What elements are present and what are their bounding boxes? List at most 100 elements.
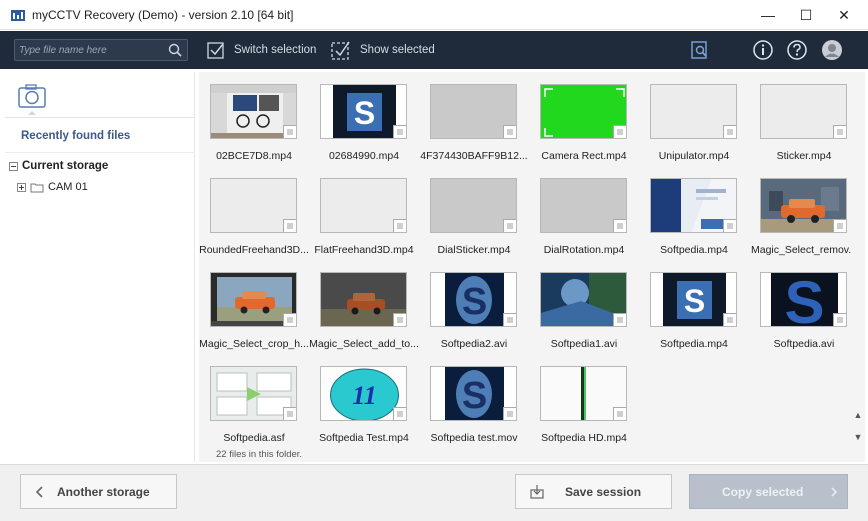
file-tile[interactable]: Softpedia1.avi [529, 260, 639, 354]
file-thumbnail[interactable] [540, 84, 627, 139]
show-selected-button[interactable]: Show selected [330, 39, 435, 61]
collapse-icon[interactable] [9, 161, 18, 171]
file-thumbnail[interactable]: 11 [320, 366, 407, 421]
file-thumbnail[interactable] [760, 84, 847, 139]
maximize-icon: ☐ [799, 6, 813, 23]
recently-found-files-link[interactable]: Recently found files [21, 130, 130, 142]
file-select-checkbox[interactable] [393, 313, 406, 326]
file-tile[interactable]: S Softpedia.avi [749, 260, 859, 354]
footer: Another storage Save session Copy select… [0, 464, 868, 521]
file-select-checkbox[interactable] [723, 125, 736, 138]
file-tile[interactable]: Softpedia.mp4 [639, 166, 749, 260]
file-tile[interactable]: S Softpedia.mp4 [639, 260, 749, 354]
file-name: Softpedia HD.mp4 [541, 432, 627, 444]
another-storage-button[interactable]: Another storage [20, 474, 177, 509]
scan-button[interactable] [688, 38, 712, 62]
file-select-checkbox[interactable] [503, 407, 516, 420]
file-thumbnail[interactable] [650, 84, 737, 139]
file-tile[interactable]: RoundedFreehand3D... [199, 166, 309, 260]
file-select-checkbox[interactable] [833, 219, 846, 232]
maximize-button[interactable]: ☐ [788, 0, 824, 30]
file-tile[interactable]: Unipulator.mp4 [639, 72, 749, 166]
file-tile[interactable]: Sticker.mp4 [749, 72, 859, 166]
help-button[interactable] [785, 38, 809, 62]
file-select-checkbox[interactable] [833, 313, 846, 326]
svg-text:S: S [354, 95, 375, 131]
file-tile[interactable]: S Softpedia2.avi [419, 260, 529, 354]
file-thumbnail[interactable] [210, 366, 297, 421]
file-thumbnail[interactable] [210, 178, 297, 233]
file-tile[interactable]: 4F374430BAFF9B12... [419, 72, 529, 166]
file-thumbnail[interactable] [210, 272, 297, 327]
file-thumbnail[interactable]: S [430, 366, 517, 421]
file-name: 02BCE7D8.mp4 [216, 150, 292, 162]
file-tile[interactable]: FlatFreehand3D.mp4 [309, 166, 419, 260]
file-tile[interactable]: Camera Rect.mp4 [529, 72, 639, 166]
tree-item-cam-01[interactable]: CAM 01 [17, 181, 88, 193]
camera-tab[interactable] [15, 80, 49, 116]
file-tile[interactable]: Magic_Select_remov... [749, 166, 859, 260]
file-thumbnail[interactable] [320, 272, 407, 327]
file-thumbnail[interactable] [540, 272, 627, 327]
file-thumbnail[interactable]: S [320, 84, 407, 139]
search-input[interactable] [19, 42, 159, 58]
file-select-checkbox[interactable] [613, 125, 626, 138]
file-name: Softpedia.mp4 [660, 244, 728, 256]
file-tile[interactable]: DialSticker.mp4 [419, 166, 529, 260]
vertical-scrollbar[interactable]: ▲ ▼ [851, 72, 865, 448]
file-thumbnail[interactable] [650, 178, 737, 233]
file-select-checkbox[interactable] [393, 407, 406, 420]
tree-item-label: CAM 01 [48, 181, 88, 193]
file-thumbnail[interactable] [760, 178, 847, 233]
file-select-checkbox[interactable] [503, 219, 516, 232]
folder-icon [30, 183, 44, 192]
file-select-checkbox[interactable] [503, 313, 516, 326]
scroll-up-icon[interactable]: ▲ [853, 410, 863, 420]
file-thumbnail[interactable] [540, 366, 627, 421]
file-thumbnail[interactable]: S [650, 272, 737, 327]
file-thumbnail[interactable] [320, 178, 407, 233]
file-tile[interactable]: Magic_Select_add_to... [309, 260, 419, 354]
minimize-button[interactable]: — [750, 0, 786, 30]
file-select-checkbox[interactable] [283, 313, 296, 326]
file-select-checkbox[interactable] [613, 219, 626, 232]
current-storage-node[interactable]: Current storage [9, 160, 108, 172]
file-thumbnail[interactable] [430, 178, 517, 233]
file-select-checkbox[interactable] [393, 125, 406, 138]
file-select-checkbox[interactable] [283, 219, 296, 232]
save-session-button[interactable]: Save session [515, 474, 672, 509]
file-tile[interactable]: Magic_Select_crop_h... [199, 260, 309, 354]
file-select-checkbox[interactable] [613, 407, 626, 420]
expand-icon[interactable] [17, 182, 26, 192]
account-button[interactable] [820, 38, 844, 62]
file-select-checkbox[interactable] [613, 313, 626, 326]
file-thumbnail[interactable] [540, 178, 627, 233]
info-button[interactable] [751, 38, 775, 62]
search-icon[interactable] [167, 42, 183, 58]
file-select-checkbox[interactable] [283, 407, 296, 420]
file-tile[interactable]: DialRotation.mp4 [529, 166, 639, 260]
file-tile[interactable]: S Softpedia test.mov [419, 354, 529, 448]
file-tile[interactable]: 02BCE7D8.mp4 [199, 72, 309, 166]
copy-selected-button[interactable]: Copy selected [689, 474, 848, 509]
file-thumbnail[interactable] [430, 84, 517, 139]
file-thumbnail[interactable]: S [760, 272, 847, 327]
file-tile[interactable]: Softpedia HD.mp4 [529, 354, 639, 448]
file-select-checkbox[interactable] [723, 219, 736, 232]
file-select-checkbox[interactable] [393, 219, 406, 232]
file-name: FlatFreehand3D.mp4 [314, 244, 414, 256]
file-select-checkbox[interactable] [723, 313, 736, 326]
scroll-down-icon[interactable]: ▼ [853, 432, 863, 442]
file-tile[interactable]: Softpedia.asf [199, 354, 309, 448]
switch-selection-label: Switch selection [234, 44, 317, 56]
file-tile[interactable]: 11 Softpedia Test.mp4 [309, 354, 419, 448]
file-select-checkbox[interactable] [283, 125, 296, 138]
switch-selection-button[interactable]: Switch selection [206, 39, 316, 61]
file-thumbnail[interactable] [210, 84, 297, 139]
title-bar: myCCTV Recovery (Demo) - version 2.10 [6… [0, 0, 868, 30]
file-select-checkbox[interactable] [503, 125, 516, 138]
close-button[interactable]: ✕ [826, 0, 862, 30]
file-tile[interactable]: S 02684990.mp4 [309, 72, 419, 166]
file-thumbnail[interactable]: S [430, 272, 517, 327]
file-select-checkbox[interactable] [833, 125, 846, 138]
